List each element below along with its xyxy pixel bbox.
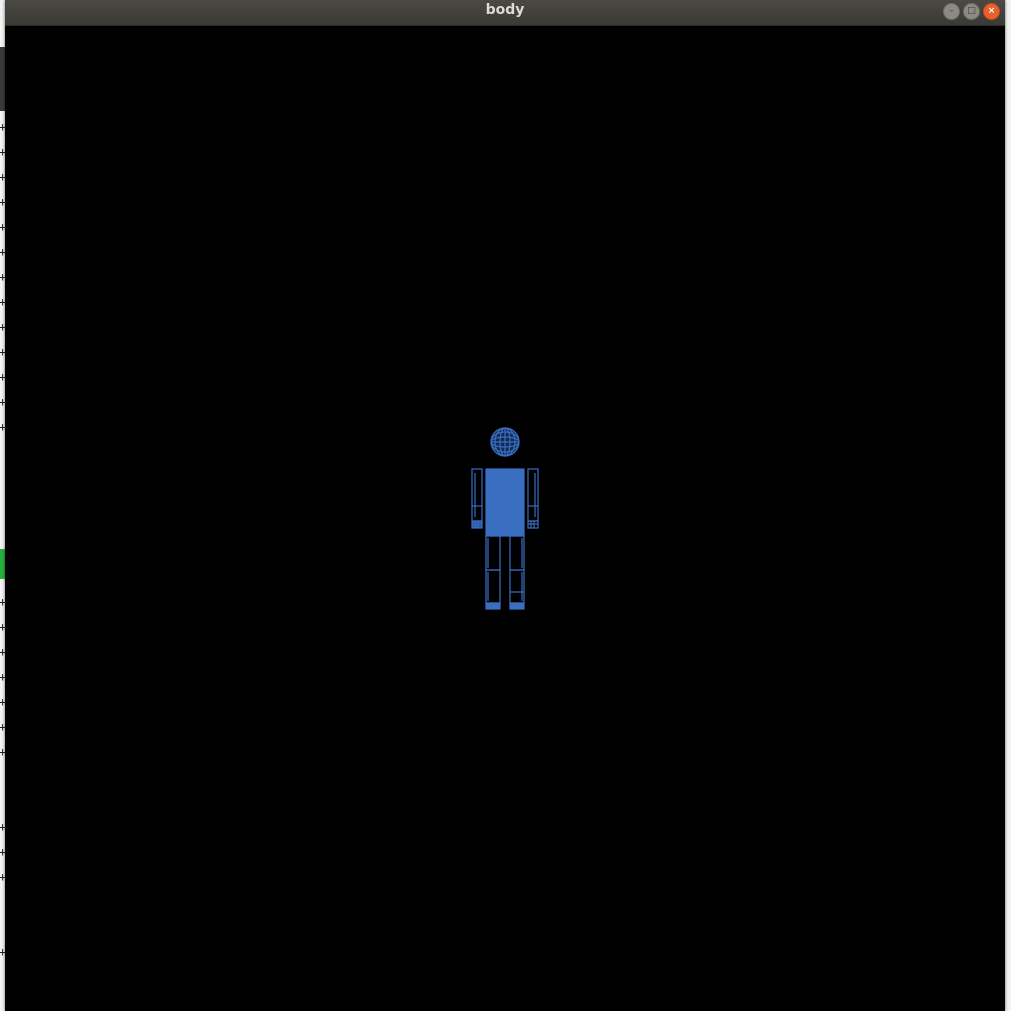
render-canvas[interactable] [5, 26, 1005, 1011]
close-icon: × [987, 6, 996, 16]
head [490, 427, 520, 457]
app-window: body – □ × [5, 0, 1005, 1011]
left-hand [471, 520, 483, 529]
title-bar[interactable]: body – □ × [5, 0, 1005, 26]
left-upper-arm [471, 468, 483, 522]
minimize-icon: – [949, 6, 954, 16]
body-figure [471, 427, 539, 610]
maximize-button[interactable]: □ [963, 3, 980, 20]
left-thigh [485, 535, 501, 571]
left-foot [485, 602, 501, 610]
window-title: body [485, 2, 525, 18]
close-button[interactable]: × [983, 3, 1000, 20]
minimize-button[interactable]: – [943, 3, 960, 20]
right-hand [527, 520, 539, 529]
right-shin [509, 569, 525, 604]
maximize-icon: □ [967, 6, 976, 16]
right-upper-arm [527, 468, 539, 522]
left-shin [485, 569, 501, 604]
right-thigh [509, 535, 525, 571]
torso [485, 468, 525, 537]
right-foot [509, 602, 525, 610]
